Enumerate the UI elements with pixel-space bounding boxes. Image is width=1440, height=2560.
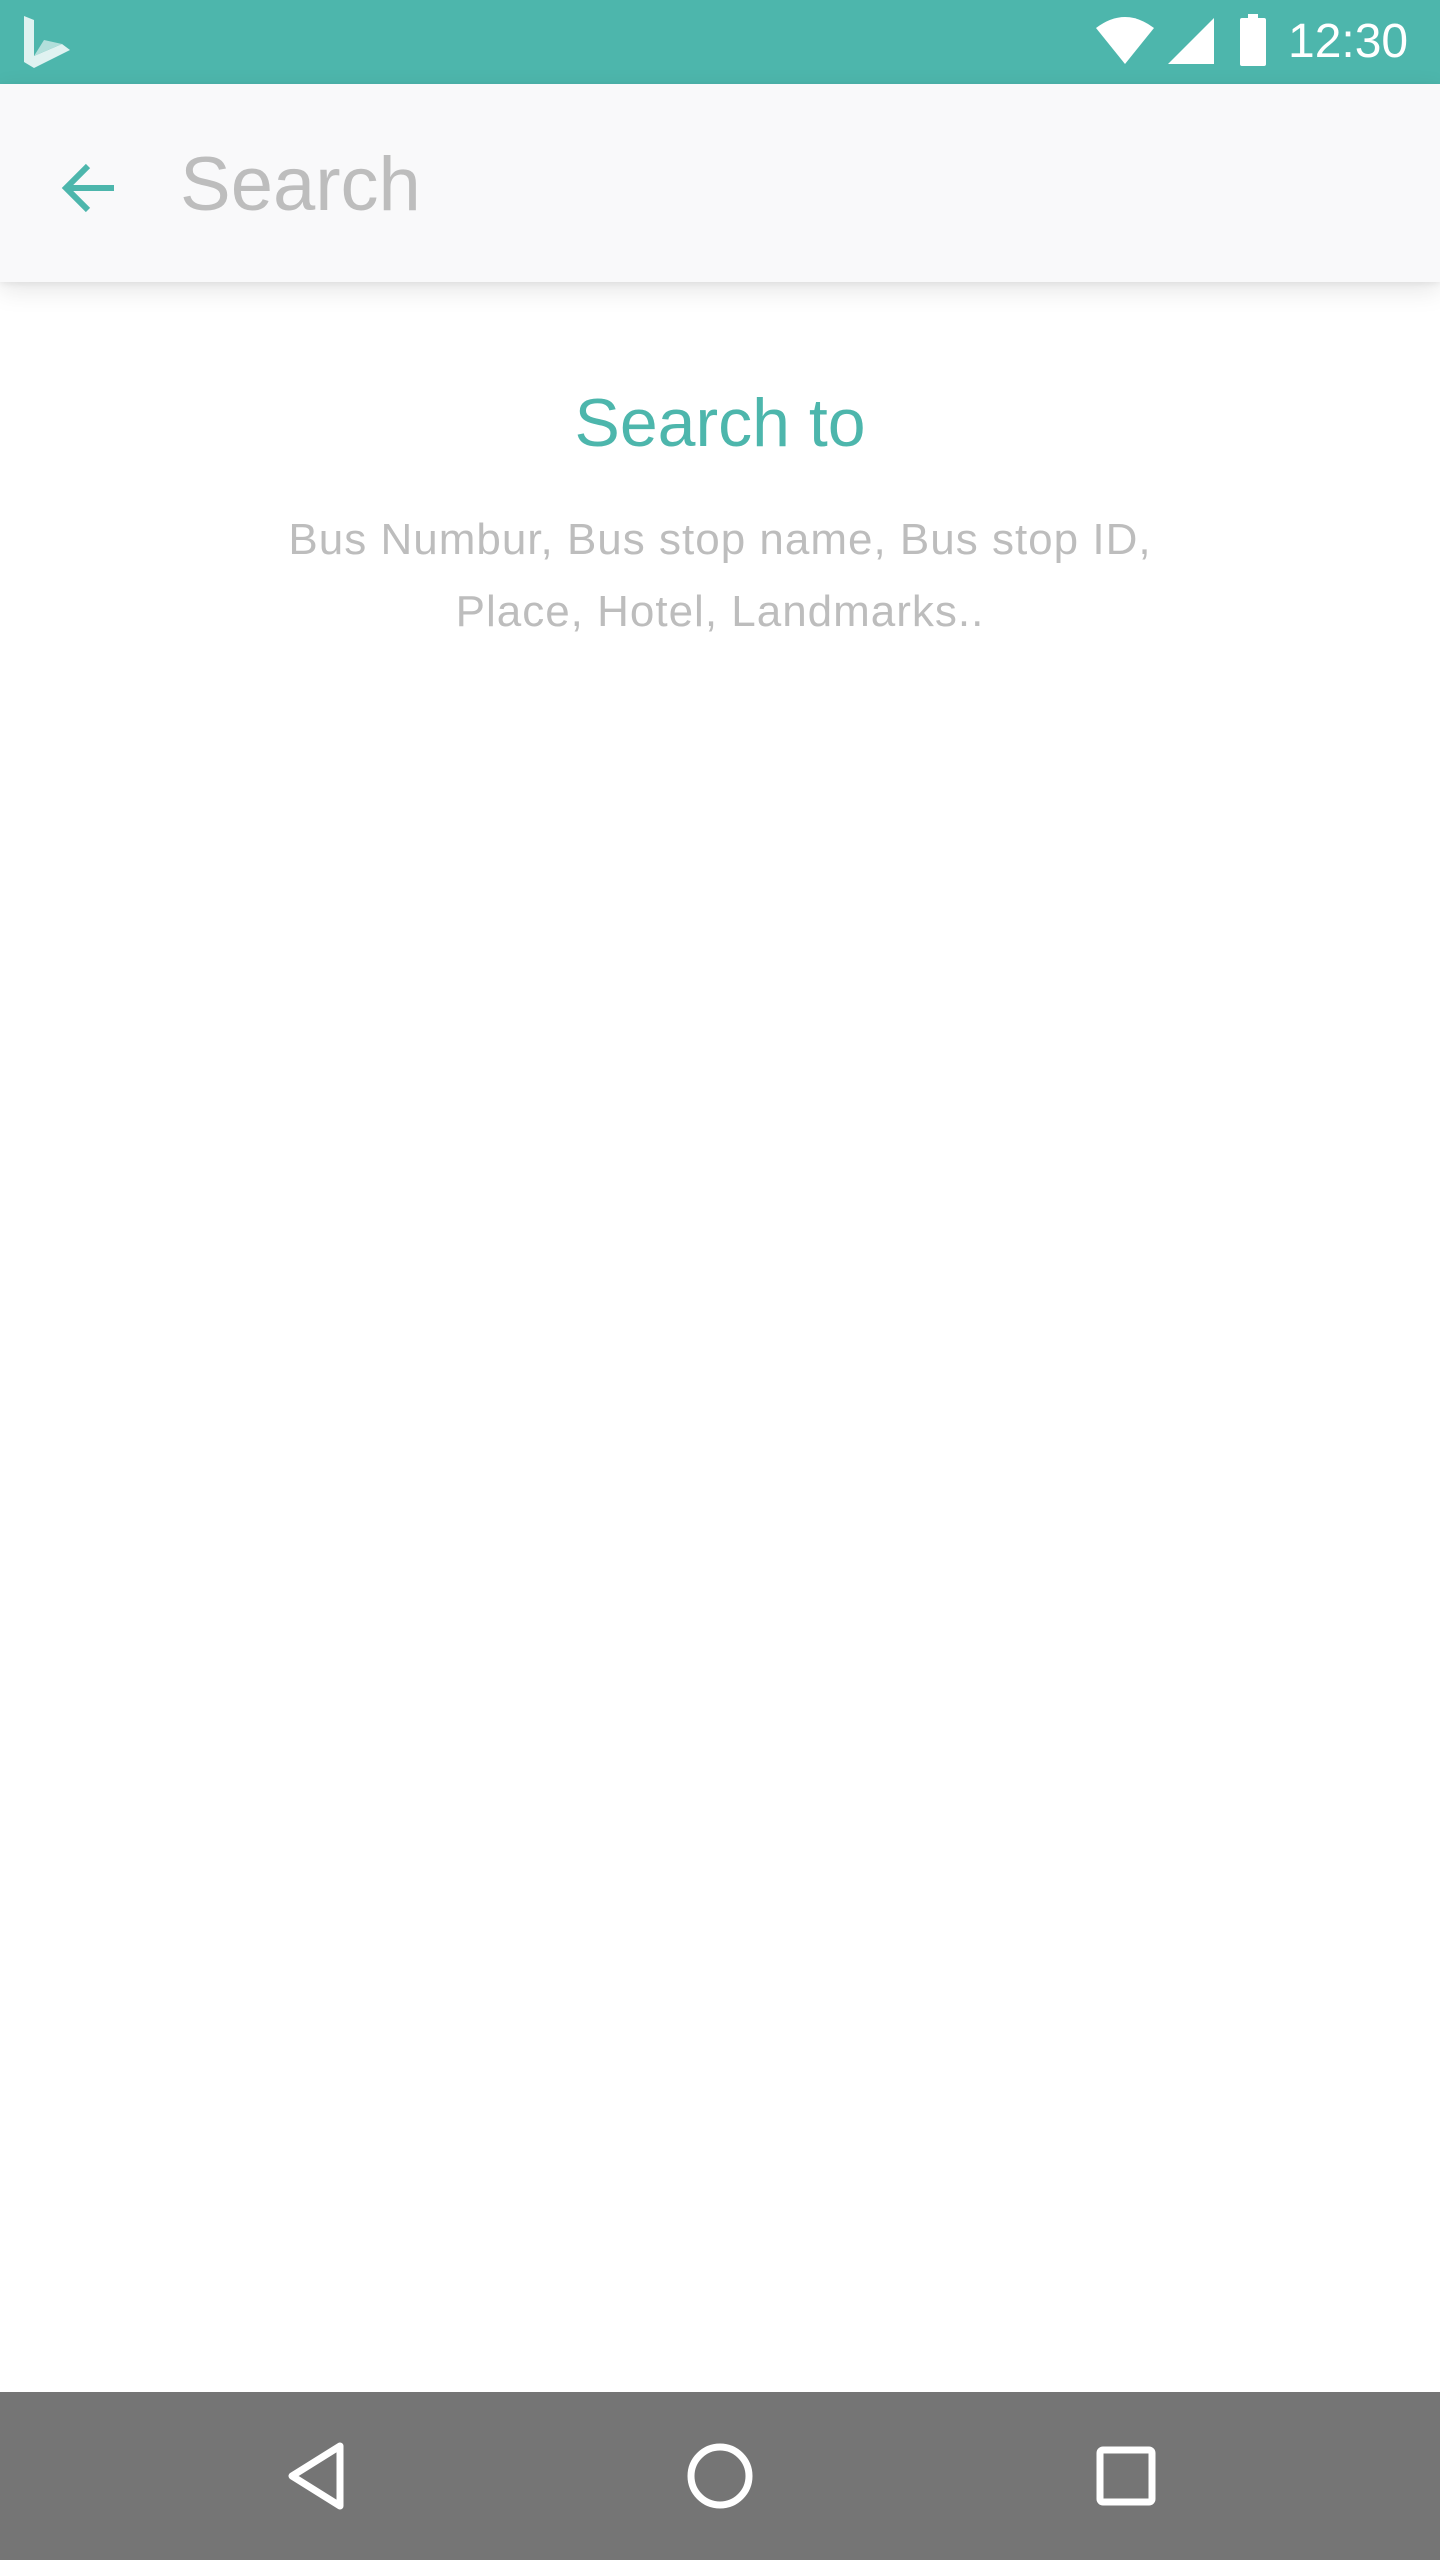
nav-recents-icon [1096,2446,1156,2506]
status-bar: 12:30 [0,0,1440,84]
wifi-icon [1096,17,1154,64]
arrow-back-icon [61,163,114,213]
signal-icon [1168,18,1214,64]
nav-back-button[interactable] [266,2426,366,2526]
nav-recents-button[interactable] [1076,2426,1176,2526]
back-button[interactable] [40,138,140,238]
battery-icon [1240,14,1266,66]
navigation-bar [0,2392,1440,2560]
content-area: Search to Bus Numbur, Bus stop name, Bus… [0,282,1440,2392]
nav-back-icon [288,2442,344,2510]
status-clock: 12:30 [1288,15,1409,68]
hint-title: Search to [574,385,866,461]
search-input[interactable] [180,124,1380,244]
search-toolbar [0,84,1440,282]
screen: 12:30 Search to Bus Numbur, Bus stop nam… [0,0,1440,2560]
nav-home-button[interactable] [670,2426,770,2526]
nav-home-icon [687,2443,753,2509]
app-logo-icon [24,16,70,68]
hint-description: Bus Numbur, Bus stop name, Bus stop ID, … [288,515,1152,636]
